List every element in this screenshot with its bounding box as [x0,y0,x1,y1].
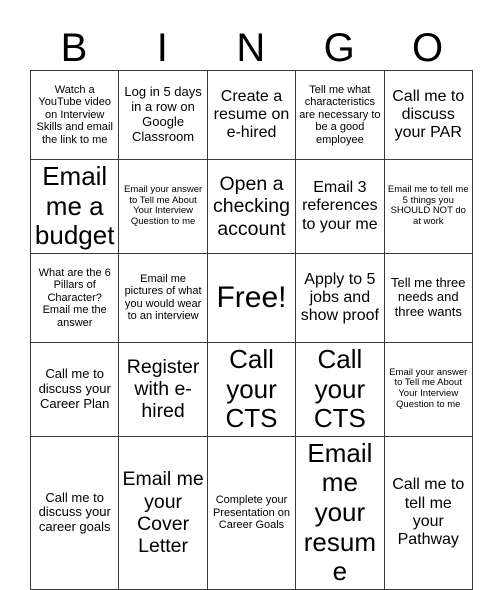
bingo-cell[interactable]: Tell me three needs and three wants [383,252,473,343]
bingo-cell[interactable]: Watch a YouTube video on Interview Skill… [29,70,120,160]
bingo-row: Email me a budget Email your answer to T… [29,159,473,254]
bingo-cell[interactable]: Call me to tell me your Pathway [383,435,473,590]
bingo-cell[interactable]: Register with e-hired [118,341,208,437]
bingo-cell[interactable]: Call your CTS [295,341,385,437]
bingo-cell[interactable]: Tell me what characteristics are necessa… [295,70,385,160]
bingo-cell[interactable]: What are the 6 Pillars of Character? Ema… [29,252,120,343]
bingo-cell[interactable]: Open a checking account [206,159,297,254]
bingo-cell[interactable]: Call me to discuss your Career Plan [29,341,120,437]
bingo-cell[interactable]: Call your CTS [206,341,297,437]
bingo-card: B I N G O Watch a YouTube video on Inter… [29,8,473,590]
bingo-cell[interactable]: Email me your Cover Letter [118,435,208,590]
bingo-cell[interactable]: Email me a budget [29,159,120,254]
header-letter-i: I [156,26,169,70]
bingo-row: Call me to discuss your Career Plan Regi… [29,341,473,437]
bingo-cell[interactable]: Email me pictures of what you would wear… [118,252,208,343]
bingo-cell[interactable]: Email me your resume [295,435,385,590]
bingo-cell[interactable]: Email your answer to Tell me About Your … [383,341,473,437]
bingo-cell[interactable]: Log in 5 days in a row on Google Classro… [118,70,208,160]
header-letter-n: N [236,26,266,70]
bingo-row: Call me to discuss your career goals Ema… [29,435,473,590]
bingo-grid: Watch a YouTube video on Interview Skill… [29,70,473,590]
bingo-cell[interactable]: Email your answer to Tell me About Your … [118,159,208,254]
header-letter-b: B [60,26,88,70]
bingo-cell-free[interactable]: Free! [206,252,297,343]
header-letter-o: O [412,26,444,70]
bingo-cell[interactable]: Call me to discuss your career goals [29,435,120,590]
bingo-header: B I N G O [30,8,472,70]
bingo-cell[interactable]: Complete your Presentation on Career Goa… [206,435,297,590]
header-letter-g: G [323,26,356,70]
bingo-cell[interactable]: Call me to discuss your PAR [383,70,473,160]
bingo-row: Watch a YouTube video on Interview Skill… [29,70,473,160]
bingo-cell[interactable]: Email 3 references to your me [295,159,385,254]
bingo-cell[interactable]: Create a resume on e-hired [206,70,297,160]
bingo-row: What are the 6 Pillars of Character? Ema… [29,252,473,343]
bingo-cell[interactable]: Email me to tell me 5 things you SHOULD … [383,159,473,254]
bingo-cell[interactable]: Apply to 5 jobs and show proof [295,252,385,343]
